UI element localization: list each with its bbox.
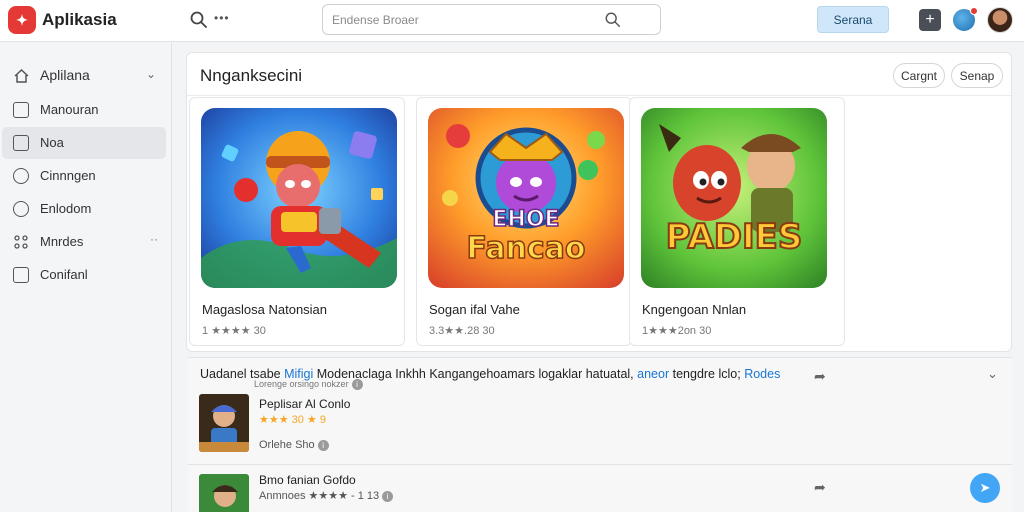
app-rating: 3.3★★.28 30 (429, 325, 495, 337)
sidebar-item-label: Noa (40, 135, 64, 150)
info-icon[interactable]: i (382, 490, 394, 502)
top-bar: ✦ Aplikasia ••• Serana + (0, 0, 1024, 42)
app-artwork-fancao[interactable]: EHOE Fancao (428, 108, 624, 288)
folder-icon (13, 135, 29, 151)
search-box[interactable] (322, 4, 661, 35)
row-thumbnail[interactable] (199, 474, 249, 512)
header-link[interactable]: Rodes (744, 367, 780, 381)
header-text: tengdre lclo; (672, 367, 741, 381)
sidebar-item-label: Mnrdes (40, 234, 84, 249)
app-rating: 1 ★★★★ 30 (202, 325, 266, 337)
row-meta: Orlehe Sho i (259, 439, 329, 451)
sidebar-item-label: Cinnngen (40, 168, 96, 183)
avatar[interactable] (987, 7, 1013, 33)
sidebar-item-aplilana[interactable]: Aplilana ⌄ (2, 60, 166, 92)
sidebar: Aplilana ⌄ Manouran Noa Cinnngen Enlodom… (0, 43, 172, 512)
divider (187, 95, 1013, 96)
subtext-label: Lorenge orsingo nokzer (254, 379, 349, 389)
app-artwork-hero[interactable] (201, 108, 397, 288)
artwork-text: Fancao (467, 231, 586, 266)
row-meta-label: Orlehe Sho (259, 439, 315, 451)
row-title[interactable]: Peplisar Al Conlo (259, 397, 350, 411)
add-icon[interactable]: + (919, 9, 941, 31)
notification-badge (970, 7, 978, 15)
divider (188, 464, 1012, 465)
share-icon[interactable]: ➦ (814, 479, 832, 495)
row-title[interactable]: Bmo fanian Gofdo (259, 473, 356, 487)
app-card[interactable]: Magaslosa Natonsian 1 ★★★★ 30 (189, 97, 405, 346)
artwork-text: PADIES (666, 217, 803, 257)
search-input[interactable] (332, 11, 602, 29)
chevron-down-icon[interactable]: ⌄ (146, 67, 156, 81)
search-icon (13, 168, 29, 184)
sidebar-item-cinnngen[interactable]: Cinnngen (2, 160, 166, 192)
pill-button[interactable]: Cargnt (893, 63, 945, 88)
sidebar-item-manouran[interactable]: Manouran (2, 94, 166, 126)
header-text: Modenaclaga Inkhh Kangangehoamars logakl… (316, 367, 634, 381)
featured-panel: Nnganksecini Cargnt Senap Magaslosa Nato… (186, 52, 1013, 352)
pill-button[interactable]: Senap (951, 63, 1003, 88)
section-title: Nnganksecini (200, 66, 303, 85)
chat-icon (13, 267, 29, 283)
app-card[interactable]: PADIES Kngengoan Nnlan 1★★★2on 30 (629, 97, 845, 346)
activity-list: Uadanel tsabe Mifigi Modenaclaga Inkhh K… (188, 357, 1012, 512)
row-rating-text: Anmnoes ★★★★ - 1 13 (259, 490, 380, 502)
header-link[interactable]: aneor (637, 367, 669, 381)
clock-icon (13, 201, 29, 217)
share-icon[interactable]: ➦ (814, 368, 832, 384)
sidebar-item-label: Manouran (40, 102, 99, 117)
row-rating: ★★★ 30 ★ 9 (259, 413, 326, 426)
sidebar-item-noa[interactable]: Noa (2, 127, 166, 159)
app-logo-icon[interactable]: ✦ (8, 6, 36, 34)
app-card[interactable]: EHOE Fancao Sogan ifal Vahe 3.3★★.28 30 (416, 97, 632, 346)
app-rating: 1★★★2on 30 (642, 325, 712, 337)
list-subtext: Lorenge orsingo nokzer i (254, 379, 363, 391)
sidebar-item-mnrdes[interactable]: Mnrdes ·· (2, 226, 166, 258)
home-icon (14, 68, 29, 83)
sidebar-item-enlodom[interactable]: Enlodom (2, 193, 166, 225)
primary-button[interactable]: Serana (817, 6, 889, 33)
app-title[interactable]: Magaslosa Natonsian (202, 302, 327, 317)
row-thumbnail[interactable] (199, 394, 249, 452)
row-rating: Anmnoes ★★★★ - 1 13 i (259, 489, 394, 502)
more-icon[interactable]: ·· (150, 232, 158, 246)
info-icon[interactable]: i (351, 379, 363, 391)
star-icons: ★★★ 30 ★ 9 (259, 414, 326, 426)
search-icon[interactable] (604, 11, 622, 29)
app-title[interactable]: Kngengoan Nnlan (642, 302, 746, 317)
info-icon[interactable]: i (317, 439, 329, 451)
sidebar-item-label: Enlodom (40, 201, 92, 216)
sidebar-item-label: Aplilana (40, 67, 90, 83)
app-title[interactable]: Sogan ifal Vahe (429, 302, 520, 317)
app-artwork-padies[interactable]: PADIES (641, 108, 827, 288)
app-title: Aplikasia (42, 10, 117, 29)
apps-icon (14, 235, 28, 249)
globe-icon[interactable] (953, 7, 978, 31)
search-icon[interactable] (189, 10, 209, 30)
sidebar-item-conifanl[interactable]: Conifanl (2, 259, 166, 291)
more-icon[interactable]: ••• (214, 11, 230, 25)
artwork-text: EHOE (492, 207, 559, 232)
send-icon[interactable]: ➤ (970, 473, 1000, 503)
chevron-down-icon[interactable]: ⌄ (987, 366, 998, 382)
document-icon (13, 102, 29, 118)
sidebar-item-label: Conifanl (40, 267, 88, 282)
